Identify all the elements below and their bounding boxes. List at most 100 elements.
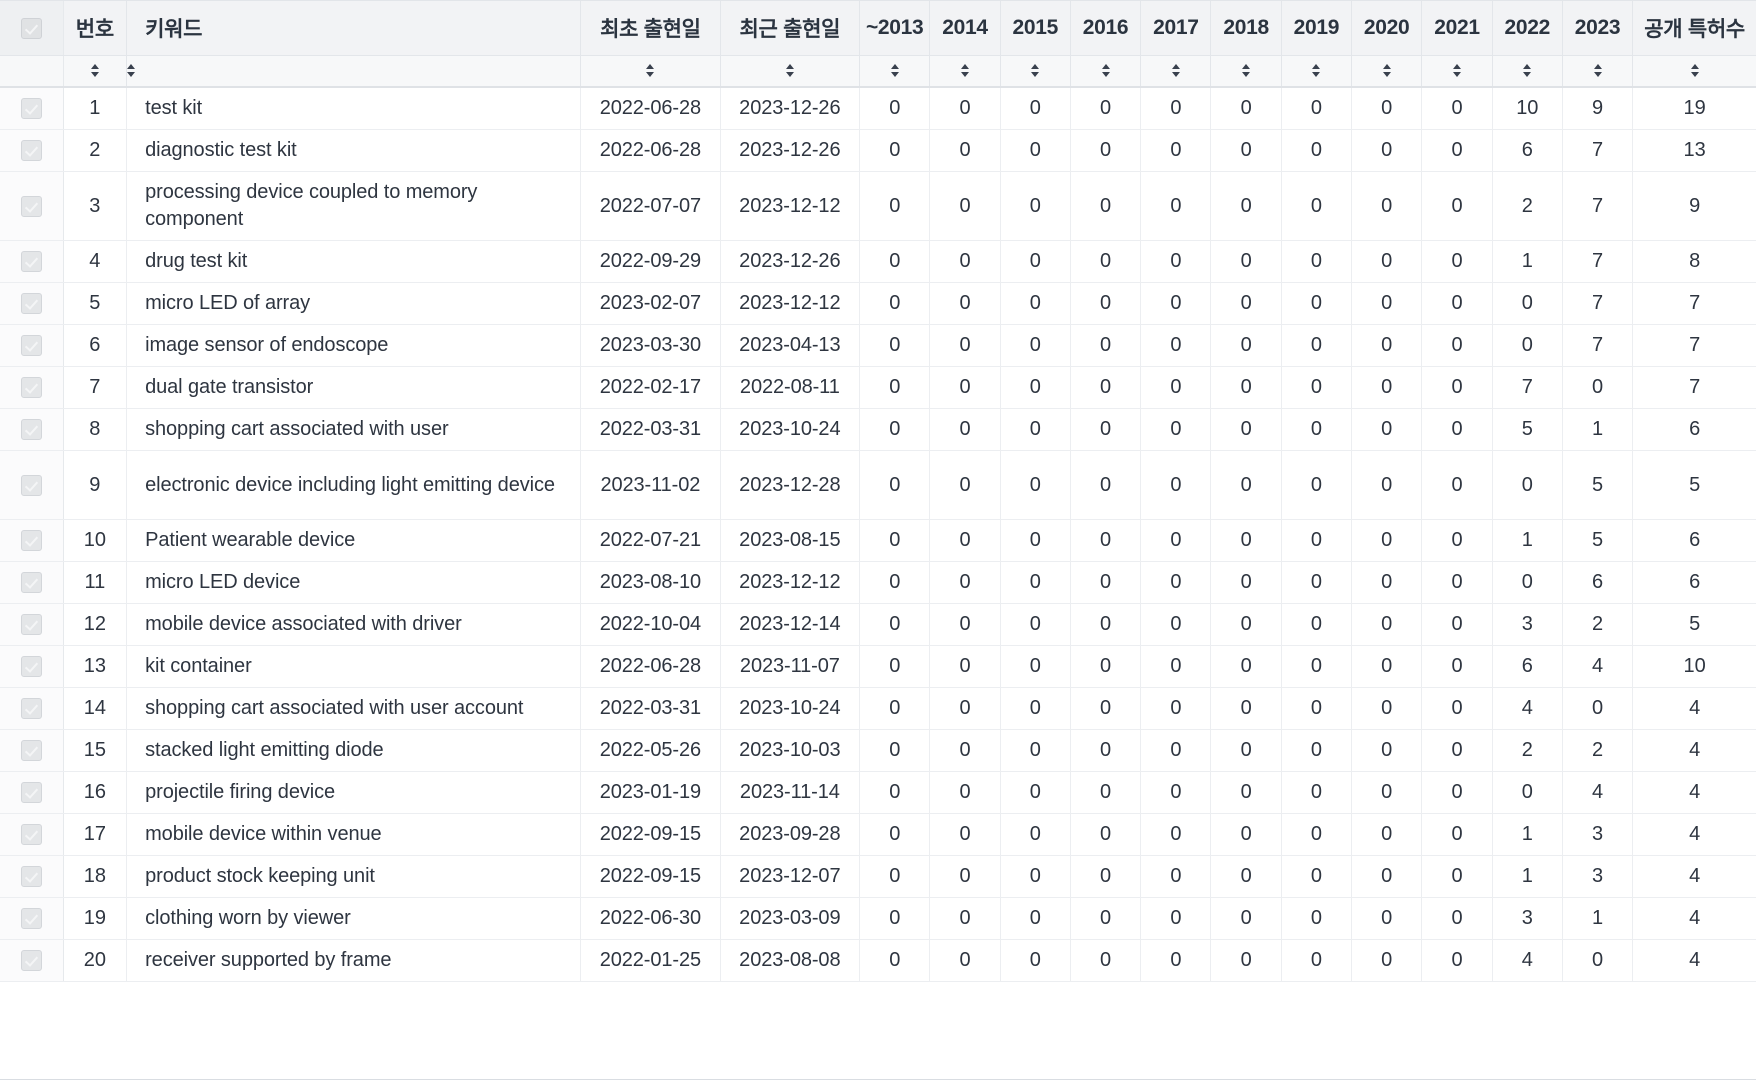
table-row[interactable]: 4 drug test kit 2022-09-29 2023-12-26 0 0 0 0 0 0… [0, 240, 1756, 283]
checkbox-checked-icon[interactable] [20, 824, 42, 846]
table-row[interactable]: 17 mobile device within venue 2022-09-15 20… [0, 813, 1756, 856]
year-count-cell: 0 [1492, 324, 1563, 367]
checkbox-checked-icon[interactable] [20, 530, 42, 552]
sort-toggle-recent[interactable] [720, 55, 861, 88]
table-row[interactable]: 15 stacked light emitting diode 2022-05-26… [0, 729, 1756, 772]
row-select-checkbox[interactable] [0, 897, 64, 940]
sort-toggle-y2023[interactable] [1562, 55, 1634, 88]
year-count-cell: 0 [1000, 282, 1071, 325]
year-count-cell: 0 [1140, 813, 1212, 856]
checkbox-checked-icon[interactable] [20, 195, 42, 217]
table-row[interactable]: 16 projectile firing device 2023-01-19 2023… [0, 771, 1756, 814]
checkbox-checked-icon[interactable] [20, 140, 42, 162]
table-row[interactable]: 8 shopping cart associated with user 2022-… [0, 408, 1756, 451]
sort-toggle-y2018[interactable] [1210, 55, 1282, 88]
checkbox-checked-icon[interactable] [20, 866, 42, 888]
sort-toggle-y2015[interactable] [1000, 55, 1071, 88]
row-select-checkbox[interactable] [0, 366, 64, 409]
select-all-checkbox[interactable] [0, 1, 64, 56]
table-row[interactable]: 6 image sensor of endoscope 2023-03-30 2023… [0, 324, 1756, 367]
row-select-checkbox[interactable] [0, 771, 64, 814]
sort-updown-icon[interactable] [1382, 64, 1391, 77]
row-select-checkbox[interactable] [0, 519, 64, 562]
checkbox-checked-icon[interactable] [20, 782, 42, 804]
checkbox-checked-icon[interactable] [20, 17, 42, 39]
checkbox-checked-icon[interactable] [20, 950, 42, 972]
year-count-cell: 7 [1492, 366, 1563, 409]
row-select-checkbox[interactable] [0, 729, 64, 772]
sort-updown-icon[interactable] [1312, 64, 1321, 77]
row-select-checkbox[interactable] [0, 87, 64, 130]
table-row[interactable]: 11 micro LED device 2023-08-10 2023-12-12 0 0… [0, 561, 1756, 604]
table-row[interactable]: 13 kit container 2022-06-28 2023-11-07 0 0 0 0 0… [0, 645, 1756, 688]
table-row[interactable]: 3 processing device coupled to memory com… [0, 171, 1756, 241]
checkbox-checked-icon[interactable] [20, 251, 42, 273]
sort-toggle-no[interactable] [63, 55, 128, 88]
year-count-cell: 0 [1070, 897, 1142, 940]
sort-toggle-y2013[interactable] [859, 55, 931, 88]
checkbox-checked-icon[interactable] [20, 656, 42, 678]
row-select-checkbox[interactable] [0, 324, 64, 367]
sort-toggle-y2016[interactable] [1070, 55, 1142, 88]
sort-updown-icon[interactable] [1031, 64, 1040, 77]
row-select-checkbox[interactable] [0, 813, 64, 856]
sort-updown-icon[interactable] [1171, 64, 1180, 77]
sort-updown-icon[interactable] [1101, 64, 1110, 77]
table-row[interactable]: 12 mobile device associated with driver 20… [0, 603, 1756, 646]
sort-updown-icon[interactable] [960, 64, 969, 77]
checkbox-checked-icon[interactable] [20, 698, 42, 720]
sort-toggle-keyword[interactable] [126, 55, 582, 88]
sort-toggle-y2021[interactable] [1421, 55, 1493, 88]
table-row[interactable]: 20 receiver supported by frame 2022-01-25 2… [0, 939, 1756, 982]
checkbox-checked-icon[interactable] [20, 572, 42, 594]
sort-toggle-y2014[interactable] [929, 55, 1001, 88]
sort-updown-icon[interactable] [127, 64, 136, 77]
table-row[interactable]: 14 shopping cart associated with user acc… [0, 687, 1756, 730]
checkbox-checked-icon[interactable] [20, 474, 42, 496]
table-row[interactable]: 7 dual gate transistor 2022-02-17 2022-08-1… [0, 366, 1756, 409]
sort-updown-icon[interactable] [1690, 64, 1699, 77]
sort-toggle-first[interactable] [580, 55, 721, 88]
sort-updown-icon[interactable] [1593, 64, 1602, 77]
row-select-checkbox[interactable] [0, 855, 64, 898]
checkbox-checked-icon[interactable] [20, 740, 42, 762]
sort-updown-icon[interactable] [1242, 64, 1251, 77]
checkbox-checked-icon[interactable] [20, 377, 42, 399]
row-select-checkbox[interactable] [0, 129, 64, 172]
table-row[interactable]: 18 product stock keeping unit 2022-09-15 20… [0, 855, 1756, 898]
checkbox-checked-icon[interactable] [20, 419, 42, 441]
sort-updown-icon[interactable] [890, 64, 899, 77]
year-count-cell: 0 [1351, 129, 1423, 172]
sort-toggle-y2020[interactable] [1351, 55, 1423, 88]
checkbox-checked-icon[interactable] [20, 98, 42, 120]
checkbox-checked-icon[interactable] [20, 614, 42, 636]
sort-updown-icon[interactable] [1452, 64, 1461, 77]
sort-updown-icon[interactable] [646, 64, 655, 77]
sort-updown-icon[interactable] [1523, 64, 1532, 77]
checkbox-checked-icon[interactable] [20, 293, 42, 315]
row-select-checkbox[interactable] [0, 240, 64, 283]
sort-toggle-total[interactable] [1632, 55, 1756, 88]
row-select-checkbox[interactable] [0, 645, 64, 688]
sort-updown-icon[interactable] [785, 64, 794, 77]
sort-toggle-y2017[interactable] [1140, 55, 1212, 88]
sort-toggle-y2019[interactable] [1281, 55, 1353, 88]
row-select-checkbox[interactable] [0, 282, 64, 325]
row-select-checkbox[interactable] [0, 450, 64, 520]
table-row[interactable]: 9 electronic device including light emitt… [0, 450, 1756, 520]
row-select-checkbox[interactable] [0, 561, 64, 604]
table-row[interactable]: 10 Patient wearable device 2022-07-21 2023-… [0, 519, 1756, 562]
checkbox-checked-icon[interactable] [20, 335, 42, 357]
table-row[interactable]: 1 test kit 2022-06-28 2023-12-26 0 0 0 0 0 0 0 0 0 10… [0, 87, 1756, 130]
checkbox-checked-icon[interactable] [20, 908, 42, 930]
sort-updown-icon[interactable] [90, 64, 99, 77]
table-row[interactable]: 5 micro LED of array 2023-02-07 2023-12-12 0… [0, 282, 1756, 325]
table-row[interactable]: 19 clothing worn by viewer 2022-06-30 2023-… [0, 897, 1756, 940]
row-select-checkbox[interactable] [0, 687, 64, 730]
row-select-checkbox[interactable] [0, 408, 64, 451]
table-row[interactable]: 2 diagnostic test kit 2022-06-28 2023-12-26… [0, 129, 1756, 172]
sort-toggle-y2022[interactable] [1492, 55, 1563, 88]
row-select-checkbox[interactable] [0, 171, 64, 241]
row-select-checkbox[interactable] [0, 603, 64, 646]
row-select-checkbox[interactable] [0, 939, 64, 982]
